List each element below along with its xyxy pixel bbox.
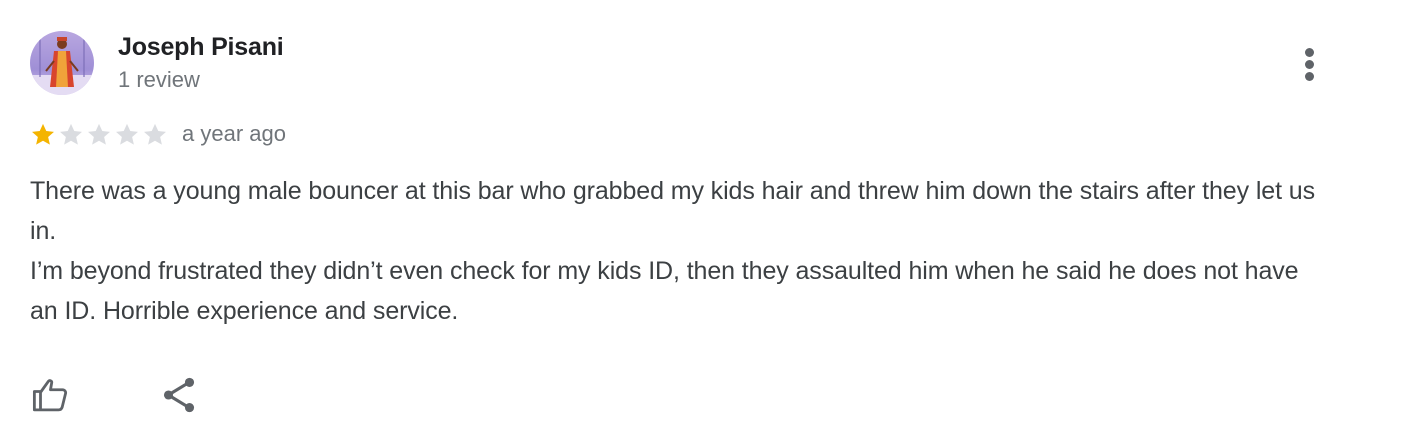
avatar-photo: [30, 31, 94, 95]
star-empty-icon: [144, 123, 166, 145]
review-text: There was a young male bouncer at this b…: [30, 171, 1320, 331]
reviewer-name[interactable]: Joseph Pisani: [118, 31, 284, 63]
star-rating: [29, 120, 169, 150]
like-button[interactable]: [30, 374, 72, 416]
star-empty-icon: [88, 123, 110, 145]
reviewer-avatar[interactable]: [30, 31, 94, 95]
star-empty-icon: [60, 123, 82, 145]
more-dot-bottom: [1305, 72, 1314, 81]
review-date: a year ago: [182, 121, 286, 146]
review-paragraph: I’m beyond frustrated they didn’t even c…: [30, 257, 1299, 325]
share-button[interactable]: [158, 374, 200, 416]
review-count: 1 review: [118, 67, 200, 92]
thumb-up-icon: [32, 379, 68, 412]
share-icon: [163, 377, 195, 413]
star-filled-icon: [32, 123, 54, 145]
review-paragraph: There was a young male bouncer at this b…: [30, 177, 1315, 245]
star-empty-icon: [116, 123, 138, 145]
more-dot-middle: [1305, 60, 1314, 69]
more-options-button[interactable]: [1294, 44, 1326, 84]
more-dot-top: [1305, 48, 1314, 57]
review-card: Joseph Pisani 1 review a year ago There …: [0, 0, 1408, 438]
